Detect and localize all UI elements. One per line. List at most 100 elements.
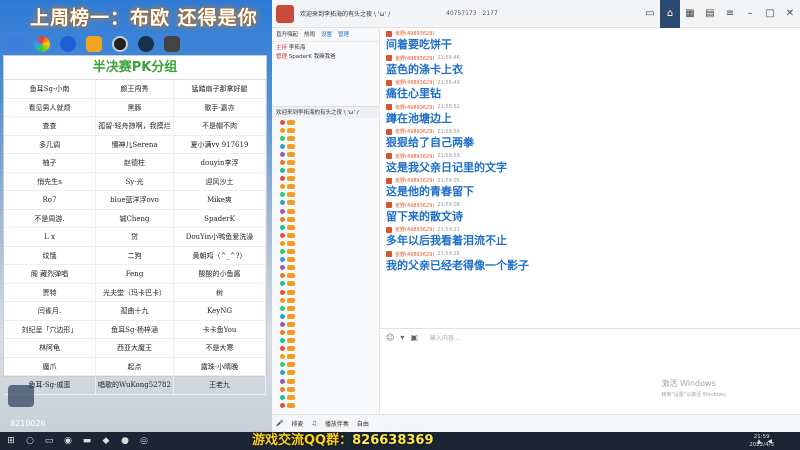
user-row[interactable] [280, 167, 379, 175]
task-view-icon[interactable]: ▭ [41, 432, 57, 450]
user-row[interactable] [280, 134, 379, 142]
user-row[interactable] [280, 223, 379, 231]
user-row[interactable] [280, 256, 379, 264]
close-icon[interactable]: ✕ [780, 0, 800, 28]
sender-nick[interactable]: 雀野(49893629) [395, 226, 434, 233]
emoji-icon[interactable]: ☺ [386, 333, 394, 342]
format-icon[interactable]: ▾ [400, 333, 404, 342]
clock[interactable]: 21:59 2022/4/3 [749, 433, 774, 449]
windows-start-icon[interactable]: ⊞ [3, 432, 19, 450]
user-row[interactable] [280, 191, 379, 199]
user-row[interactable] [280, 345, 379, 353]
music-icon[interactable]: ♫ [312, 420, 317, 427]
search-icon[interactable]: ○ [22, 432, 38, 450]
room-tab[interactable]: 欢迎来到李拓海的有头之夜 \ 'ω' / [272, 106, 379, 118]
screen-icon[interactable]: ▭ [640, 0, 660, 28]
app-icon-2[interactable] [164, 36, 180, 52]
user-row[interactable] [280, 280, 379, 288]
user-row[interactable] [280, 264, 379, 272]
user-status-icon [280, 168, 285, 174]
user-row[interactable] [280, 304, 379, 312]
message-text: 多年以后我看着泪流不止 [386, 234, 507, 247]
app-icon-4[interactable]: ● [117, 432, 133, 450]
tab-manage[interactable]: 管理 [338, 28, 349, 41]
app-icon-3[interactable]: ◆ [98, 432, 114, 450]
user-row[interactable] [280, 385, 379, 393]
user-row[interactable] [280, 369, 379, 377]
level-badge-icon [287, 168, 295, 174]
folder-icon[interactable]: ▬ [79, 432, 95, 450]
level-badge-icon [287, 305, 295, 311]
user-row[interactable] [280, 320, 379, 328]
sender-nick[interactable]: 雀野(49893629) [395, 153, 434, 160]
sender-nick[interactable]: 雀野(49893629) [395, 79, 434, 86]
sender-nick[interactable]: 雀野(49893629) [395, 128, 434, 135]
sender-nick[interactable]: 雀野(49893629) [395, 55, 434, 62]
level-badge-icon [287, 135, 295, 141]
sender-nick[interactable]: 雀野(49893629) [395, 177, 434, 184]
user-row[interactable] [280, 328, 379, 336]
image-icon[interactable]: ▣ [410, 333, 418, 342]
camera-icon[interactable] [112, 36, 128, 52]
home-icon[interactable]: ⌂ [660, 0, 680, 28]
user-row[interactable] [280, 150, 379, 158]
user-row[interactable] [280, 272, 379, 280]
mic-icon[interactable]: 🎤 [276, 420, 283, 427]
user-row[interactable] [280, 401, 379, 409]
user-row[interactable] [280, 239, 379, 247]
bracket-cell: 迎风沙土 [174, 172, 266, 191]
user-row[interactable] [280, 312, 379, 320]
steam-icon[interactable] [138, 36, 154, 52]
user-row[interactable] [280, 288, 379, 296]
user-row[interactable] [280, 296, 379, 304]
user-row[interactable] [280, 215, 379, 223]
owl-icon[interactable] [86, 36, 102, 52]
user-row[interactable] [280, 158, 379, 166]
user-row[interactable] [280, 142, 379, 150]
chat-icon[interactable]: ▤ [700, 0, 720, 28]
level-badge-icon [287, 402, 295, 408]
user-row[interactable] [280, 393, 379, 401]
tab-settings[interactable]: 设置 [321, 28, 332, 41]
app-icon[interactable] [8, 36, 24, 52]
color-wheel-icon[interactable] [34, 36, 50, 52]
minimize-icon[interactable]: – [740, 0, 760, 28]
level-badge-icon [287, 297, 295, 303]
bracket-cell: 二狗 [96, 246, 174, 265]
queue-button[interactable]: 排麦 [291, 419, 303, 428]
composer-input[interactable]: 输入内容... [430, 333, 460, 342]
app-icon-5[interactable]: ◎ [136, 432, 152, 450]
user-row[interactable] [280, 337, 379, 345]
maximize-icon[interactable]: □ [760, 0, 780, 28]
tab-hot[interactable]: 直升嗨起 [276, 28, 298, 41]
k-app-icon[interactable] [60, 36, 76, 52]
user-row[interactable] [280, 248, 379, 256]
user-row[interactable] [280, 353, 379, 361]
user-row[interactable] [280, 231, 379, 239]
sender-nick[interactable]: 雀野(49893629) [395, 251, 434, 258]
user-row[interactable] [280, 377, 379, 385]
sender-nick[interactable]: 雀野(49893629) [395, 202, 434, 209]
browser-icon[interactable]: ◉ [60, 432, 76, 450]
user-row[interactable] [280, 361, 379, 369]
user-row[interactable] [280, 183, 379, 191]
grid-icon[interactable]: ▦ [680, 0, 700, 28]
user-status-icon [280, 354, 285, 360]
user-row[interactable] [280, 175, 379, 183]
user-row[interactable] [280, 118, 379, 126]
user-status-icon [280, 127, 285, 133]
room-avatar[interactable] [276, 4, 294, 23]
user-row[interactable] [280, 207, 379, 215]
user-row[interactable] [280, 199, 379, 207]
free-mode-button[interactable]: 自由 [357, 419, 369, 428]
bracket-cell: 鱼耳Sg-小南 [4, 80, 96, 99]
sender-nick[interactable]: 雀野(49893629) [395, 30, 434, 37]
menu-icon[interactable]: ≡ [720, 0, 740, 28]
host-name[interactable]: 李拓海 [289, 45, 306, 51]
tab-lively[interactable]: 热闹 [304, 28, 315, 41]
manager-name[interactable]: SpaderK 我嘛我爸 [289, 54, 336, 60]
accompaniment-button[interactable]: 播放伴奏 [325, 419, 349, 428]
user-row[interactable] [280, 126, 379, 134]
bracket-cell: 悄先生s [4, 172, 96, 191]
sender-nick[interactable]: 雀野(49893629) [395, 104, 434, 111]
